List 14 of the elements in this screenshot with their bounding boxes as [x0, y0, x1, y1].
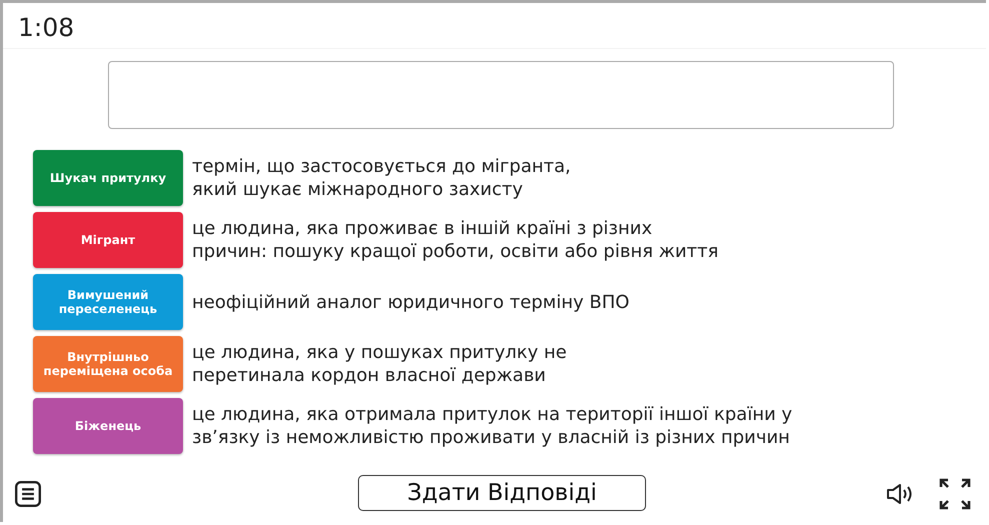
definition-text: це людина, яка отримала притулок на території іншої країни у зв’язку із неможливістю проживати у власній із різних причин — [192, 403, 792, 449]
definition-text: неофіційний аналог юридичного терміну ВПО — [192, 290, 630, 314]
submit-button[interactable]: Здати Відповіді — [358, 475, 646, 511]
term-card[interactable]: Шукач притулку — [33, 150, 183, 206]
term-card[interactable]: Внутрішньо переміщена особа — [33, 336, 183, 392]
fullscreen-icon[interactable] — [938, 477, 972, 511]
term-card[interactable]: Мігрант — [33, 212, 183, 268]
definition-text: це людина, яка у пошуках притулку не перетинала кордон власної держави — [192, 341, 567, 387]
term-card[interactable]: Біженець — [33, 398, 183, 454]
menu-icon[interactable] — [15, 481, 41, 507]
definition-text: термін, що застосовується до мігранта, який шукає міжнародного захисту — [192, 155, 571, 201]
timer: 1:08 — [18, 13, 74, 42]
term-card[interactable]: Вимушений переселенець — [33, 274, 183, 330]
definition-text: це людина, яка проживає в іншій країні з різних причин: пошуку кращої роботи, освіти або рівня життя — [192, 217, 718, 263]
